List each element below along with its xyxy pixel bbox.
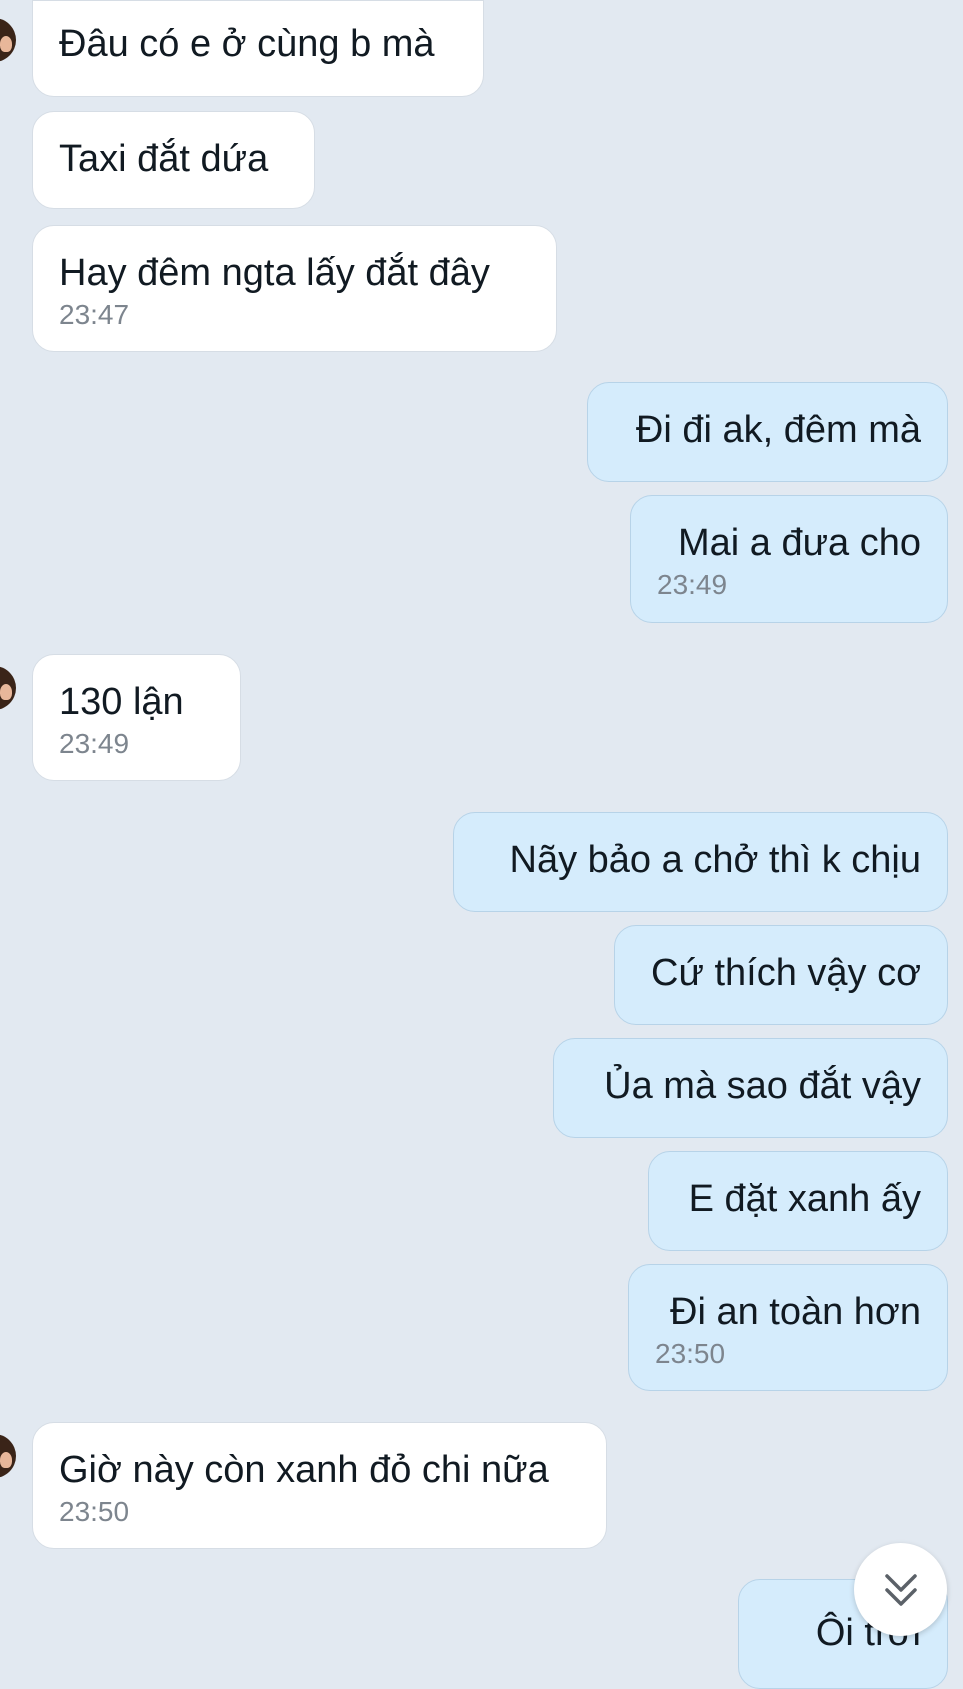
chat-conversation[interactable]: Đâu có e ở cùng b mà Taxi đắt dứa Hay đê…: [0, 0, 963, 1689]
message-text: Mai a đưa cho: [677, 522, 921, 564]
message-bubble-incoming[interactable]: 130 lận 23:49: [32, 654, 241, 781]
message-time: 23:50: [59, 1496, 130, 1527]
message-text: Giờ này còn xanh đỏ chi nữa: [59, 1449, 549, 1491]
message-text: 130 lận: [59, 681, 184, 723]
message-text: Nãy bảo a chở thì k chịu: [509, 839, 921, 881]
message-text: Đi an toàn hơn: [670, 1291, 921, 1333]
message-text: Hay đêm ngta lấy đắt đây: [59, 252, 490, 294]
message-text: Cứ thích vậy cơ: [651, 952, 921, 994]
scroll-to-bottom-button[interactable]: [854, 1543, 947, 1636]
message-bubble-outgoing[interactable]: Đi an toàn hơn 23:50: [628, 1264, 948, 1391]
message-bubble-incoming[interactable]: Taxi đắt dứa: [32, 111, 315, 209]
message-time: 23:49: [657, 569, 728, 600]
message-bubble-incoming[interactable]: Giờ này còn xanh đỏ chi nữa 23:50: [32, 1422, 607, 1549]
message-text: Đi đi ak, đêm mà: [635, 409, 921, 451]
contact-avatar[interactable]: [0, 666, 16, 710]
message-bubble-incoming[interactable]: Hay đêm ngta lấy đắt đây 23:47: [32, 225, 557, 352]
contact-avatar[interactable]: [0, 18, 16, 62]
message-bubble-outgoing[interactable]: E đặt xanh ấy: [648, 1151, 948, 1251]
message-time: 23:50: [655, 1338, 726, 1369]
message-bubble-outgoing[interactable]: Đi đi ak, đêm mà: [587, 382, 948, 482]
contact-avatar[interactable]: [0, 1434, 16, 1478]
message-bubble-outgoing[interactable]: Mai a đưa cho 23:49: [630, 495, 948, 623]
double-chevron-down-icon: [879, 1568, 923, 1612]
message-text: E đặt xanh ấy: [688, 1178, 921, 1220]
message-bubble-outgoing[interactable]: Ủa mà sao đắt vậy: [553, 1038, 948, 1138]
message-time: 23:49: [59, 728, 130, 759]
message-bubble-outgoing[interactable]: Cứ thích vậy cơ: [614, 925, 948, 1025]
message-time: 23:47: [59, 299, 130, 330]
message-bubble-outgoing[interactable]: Nãy bảo a chở thì k chịu: [453, 812, 948, 912]
message-text: Ủa mà sao đắt vậy: [604, 1065, 921, 1107]
message-bubble-incoming[interactable]: Đâu có e ở cùng b mà: [32, 0, 484, 97]
message-text: Taxi đắt dứa: [59, 138, 269, 180]
message-text: Đâu có e ở cùng b mà: [59, 23, 435, 65]
